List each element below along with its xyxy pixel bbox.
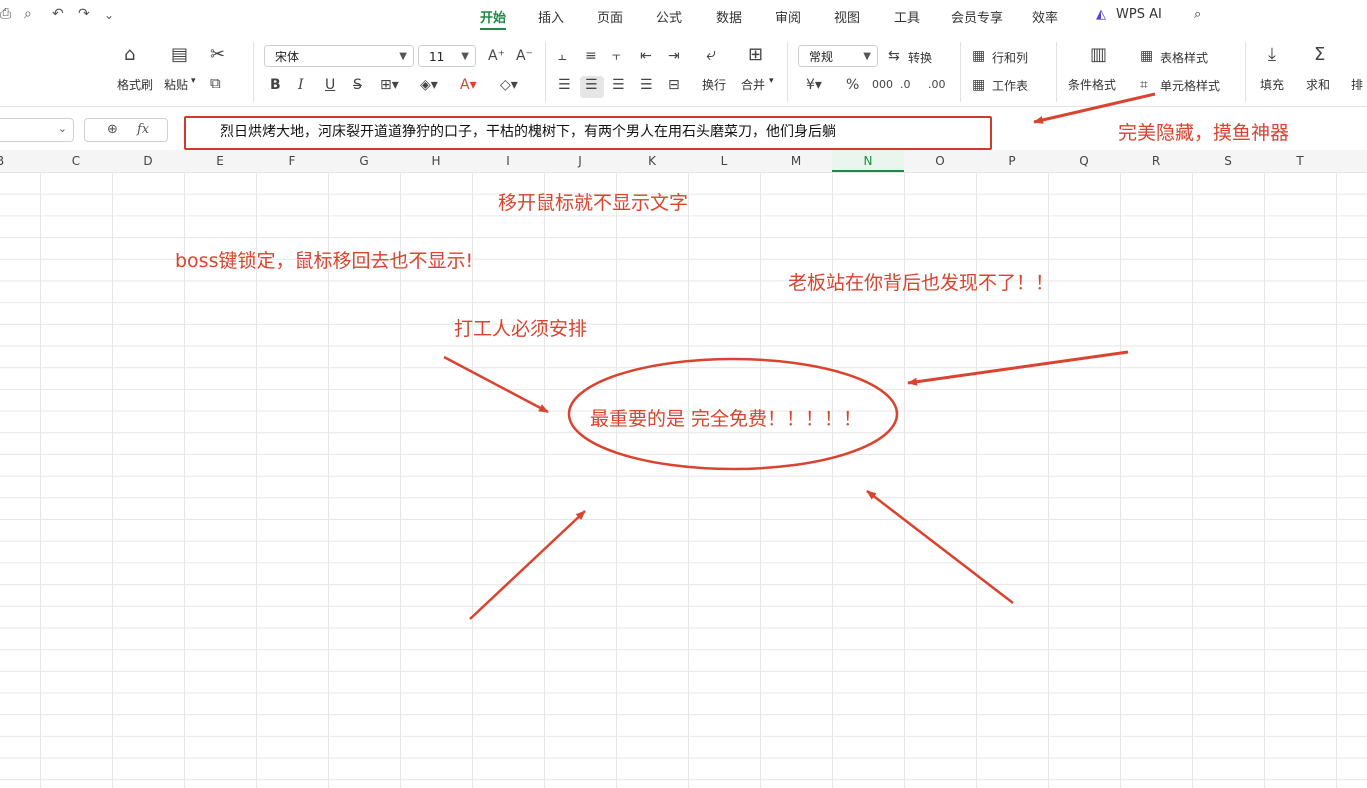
arrow-upper-right	[907, 350, 1129, 386]
arrow-upper-left	[443, 355, 549, 414]
arrow-lower-left	[469, 510, 586, 620]
arrow-to-formula-bar	[1033, 92, 1156, 124]
annotation-arrows	[443, 92, 1156, 620]
highlight-ellipse	[567, 357, 899, 471]
arrow-lower-right	[866, 490, 1014, 604]
